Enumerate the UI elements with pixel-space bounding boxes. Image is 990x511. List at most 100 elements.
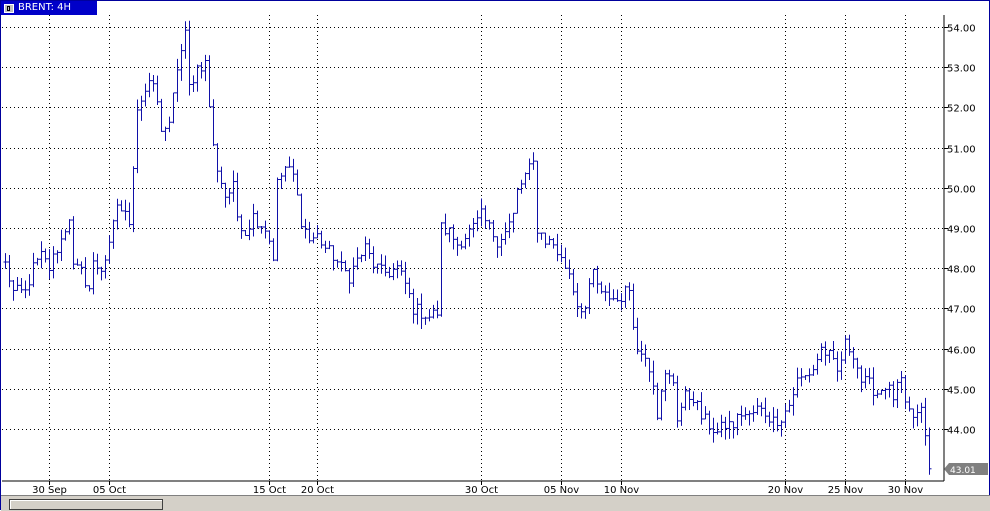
ohlc-bar xyxy=(319,230,324,249)
y-tick-label: 54.00 xyxy=(947,24,976,35)
ohlc-bar xyxy=(647,357,652,382)
ohlc-bar xyxy=(35,257,40,266)
ohlc-bar xyxy=(83,257,88,288)
ohlc-bar xyxy=(755,397,760,415)
ohlc-bar xyxy=(623,285,628,308)
ohlc-bar xyxy=(915,404,920,427)
ohlc-bar xyxy=(663,369,668,402)
ohlc-bar xyxy=(635,317,640,355)
ohlc-bar xyxy=(371,246,376,274)
horizontal-scrollbar[interactable] xyxy=(1,495,990,511)
ohlc-bar xyxy=(11,280,16,301)
ohlc-bar xyxy=(67,219,72,235)
ohlc-bar xyxy=(491,220,496,242)
ohlc-bar xyxy=(179,44,184,81)
ohlc-bar xyxy=(71,216,76,270)
ohlc-bar xyxy=(739,405,744,426)
ohlc-bar xyxy=(335,259,340,268)
ohlc-bar xyxy=(595,265,600,294)
ohlc-bar xyxy=(607,282,612,306)
price-chart[interactable]: 44.00 45.00 46.00 47.00 48.00 49.00 50.00 51.00… xyxy=(1,1,990,495)
ohlc-bar xyxy=(831,340,836,360)
ohlc-bar xyxy=(499,233,504,257)
ohlc-bar xyxy=(883,387,888,400)
ohlc-bar xyxy=(355,247,360,270)
x-tick-label: 20 Nov xyxy=(768,485,804,495)
ohlc-bar xyxy=(579,303,584,319)
ohlc-bar xyxy=(135,99,140,174)
ohlc-bar xyxy=(627,282,632,301)
ohlc-bar xyxy=(31,252,36,288)
y-tick-label: 51.00 xyxy=(947,145,976,156)
ohlc-bar xyxy=(199,61,204,79)
ohlc-bar xyxy=(903,375,908,410)
ohlc-bar xyxy=(543,232,548,249)
ohlc-bar xyxy=(611,289,616,301)
ohlc-bar xyxy=(483,205,488,230)
x-tick-label: 25 Nov xyxy=(828,485,864,495)
ohlc-bar xyxy=(15,276,20,291)
ohlc-bar xyxy=(159,98,164,132)
y-tick-label: 44.00 xyxy=(947,426,976,437)
last-price-label: 43.01 xyxy=(950,466,976,476)
ohlc-bar xyxy=(239,214,244,239)
ohlc-bar xyxy=(403,261,408,295)
ohlc-bar xyxy=(287,156,292,168)
ohlc-bar xyxy=(779,420,784,437)
ohlc-bar xyxy=(615,289,620,302)
y-tick-label: 52.00 xyxy=(947,104,976,115)
ohlc-bar xyxy=(799,368,804,387)
ohlc-bar xyxy=(643,344,648,367)
ohlc-bar xyxy=(863,368,868,389)
ohlc-bar xyxy=(427,309,432,322)
ohlc-bar xyxy=(23,280,28,299)
ohlc-bar xyxy=(383,255,388,277)
ohlc-bar xyxy=(423,316,428,325)
ohlc-bar xyxy=(315,225,320,239)
ohlc-bar xyxy=(395,260,400,279)
ohlc-bar xyxy=(523,172,528,189)
y-tick-label: 46.00 xyxy=(947,346,976,357)
ohlc-bar xyxy=(43,248,48,263)
ohlc-bar xyxy=(247,219,252,241)
ohlc-bar xyxy=(283,165,288,182)
ohlc-bar xyxy=(895,379,900,409)
ohlc-bar xyxy=(731,421,736,439)
ohlc-bar xyxy=(875,389,880,399)
x-tick-label: 05 Oct xyxy=(93,485,126,495)
ohlc-bar xyxy=(415,298,420,325)
ohlc-bar xyxy=(743,407,748,420)
ohlc-bar xyxy=(267,230,272,245)
ohlc-bar xyxy=(639,340,644,362)
ohlc-bar xyxy=(815,353,820,375)
ohlc-bar xyxy=(811,364,816,376)
ohlc-bar xyxy=(855,357,860,379)
ohlc-bar xyxy=(307,221,312,244)
ohlc-bar xyxy=(583,305,588,319)
ohlc-bar xyxy=(299,193,304,229)
ohlc-bar xyxy=(163,126,168,141)
ohlc-bar xyxy=(927,427,932,475)
ohlc-bar xyxy=(411,288,416,324)
ohlc-bar xyxy=(803,374,808,381)
ohlc-bar xyxy=(671,373,676,386)
ohlc-bar xyxy=(327,240,332,250)
ohlc-bar xyxy=(735,413,740,436)
ohlc-bar xyxy=(687,387,692,411)
ohlc-bar xyxy=(435,300,440,319)
ohlc-bar xyxy=(471,218,476,238)
ohlc-bar xyxy=(227,188,232,205)
ohlc-bar xyxy=(131,166,136,233)
ohlc-bar xyxy=(291,158,296,182)
ohlc-bar xyxy=(231,170,236,202)
ohlc-bar xyxy=(571,269,576,296)
ohlc-bar xyxy=(447,227,452,243)
ohlc-bar xyxy=(211,99,216,147)
ohlc-bar xyxy=(271,238,276,262)
ohlc-bar xyxy=(367,238,372,259)
scrollbar-thumb[interactable] xyxy=(9,499,163,510)
ohlc-bar xyxy=(771,407,776,433)
y-tick-label: 45.00 xyxy=(947,386,976,397)
ohlc-bar xyxy=(655,382,660,421)
ohlc-bar xyxy=(323,240,328,254)
